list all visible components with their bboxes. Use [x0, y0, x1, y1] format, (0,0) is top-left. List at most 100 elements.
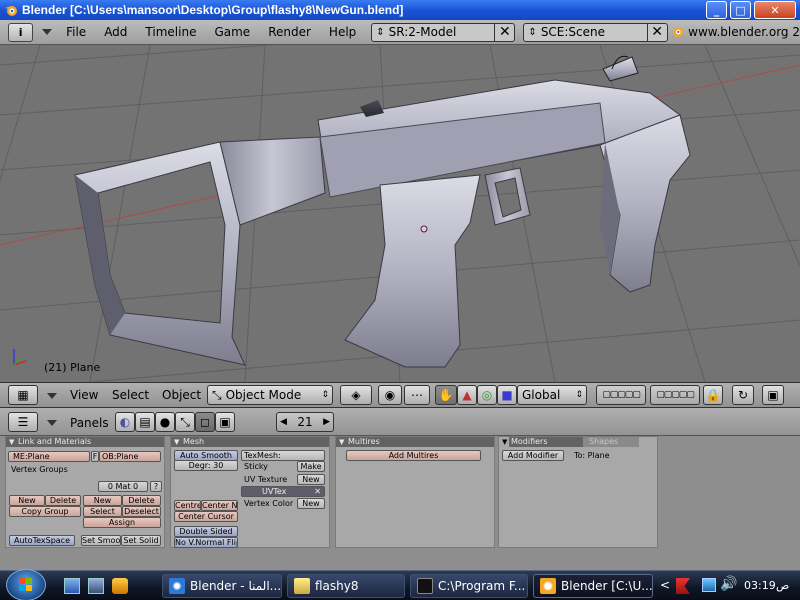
- menu-render[interactable]: Render: [268, 25, 311, 39]
- texmesh-field[interactable]: TexMesh:: [241, 450, 325, 461]
- panels-menu[interactable]: Panels: [70, 416, 109, 430]
- shapes-tab[interactable]: Shapes: [583, 437, 639, 447]
- material-index-counter[interactable]: 0 Mat 0: [98, 481, 148, 492]
- rotate-toggle[interactable]: ◎: [477, 385, 497, 405]
- antivirus-tray-icon[interactable]: [676, 578, 690, 594]
- degree-field[interactable]: Degr: 30: [174, 460, 238, 471]
- maximize-button[interactable]: □: [730, 1, 751, 19]
- delete-scene-icon[interactable]: ✕: [646, 23, 667, 41]
- task-flashy8[interactable]: flashy8: [287, 574, 405, 598]
- collapse-header-icon[interactable]: [46, 392, 58, 400]
- screen-browse-icon[interactable]: ⇕: [376, 27, 384, 38]
- menu-file[interactable]: File: [66, 25, 86, 39]
- volume-tray-icon[interactable]: 🔊: [720, 576, 737, 592]
- center-cursor-button[interactable]: Center Cursor: [174, 511, 238, 522]
- material-delete-button[interactable]: Delete: [122, 495, 161, 506]
- object-origin-point[interactable]: [420, 225, 428, 233]
- material-new-button[interactable]: New: [83, 495, 122, 506]
- close-button[interactable]: ✕: [754, 1, 796, 19]
- scene-context-tab[interactable]: ▣: [215, 412, 235, 432]
- delete-screen-icon[interactable]: ✕: [494, 23, 514, 41]
- task-command-prompt[interactable]: C:\Program F...: [410, 574, 528, 598]
- object-context-tab[interactable]: ⤡: [175, 412, 195, 432]
- autotexspace-button[interactable]: AutoTexSpace: [9, 535, 75, 546]
- center-new-button[interactable]: Center Ne: [201, 500, 238, 511]
- material-deselect-button[interactable]: Deselect: [122, 506, 161, 517]
- menu-timeline[interactable]: Timeline: [145, 25, 196, 39]
- render-image-button[interactable]: ▣: [762, 385, 784, 405]
- collapse-menu-icon[interactable]: [41, 28, 53, 36]
- vgroup-new-button[interactable]: New: [9, 495, 45, 506]
- editor-type-info-button[interactable]: i: [8, 22, 34, 42]
- frame-number-field[interactable]: ◀ 21 ▶: [276, 412, 334, 432]
- manipulator-toggle[interactable]: ⋯: [404, 385, 430, 405]
- uvtex-delete-icon[interactable]: ✕: [314, 487, 321, 496]
- material-help-button[interactable]: ?: [150, 481, 162, 492]
- menu-select[interactable]: Select: [112, 388, 149, 402]
- frame-increment-icon[interactable]: ▶: [323, 417, 330, 427]
- translate-toggle[interactable]: ▲: [457, 385, 477, 405]
- clock-time[interactable]: 03:19: [744, 579, 776, 592]
- material-select-button[interactable]: Select: [83, 506, 122, 517]
- shading-context-tab[interactable]: ●: [155, 412, 175, 432]
- set-smooth-button[interactable]: Set Smoo: [81, 535, 121, 546]
- editing-context-tab[interactable]: ◻: [195, 412, 215, 432]
- mesh-panel-header[interactable]: ▼ Mesh: [171, 437, 329, 447]
- object-name-field[interactable]: OB:Plane: [99, 451, 161, 462]
- menu-add[interactable]: Add: [104, 25, 127, 39]
- task-blender-main[interactable]: Blender [C:\U...: [533, 574, 653, 598]
- scene-selector[interactable]: ⇕ SCE:Scene ✕: [523, 22, 668, 42]
- layer-buttons-left[interactable]: ▢▢▢▢▢: [596, 385, 646, 405]
- orientation-selector[interactable]: Global ⇕: [517, 385, 587, 405]
- menu-help[interactable]: Help: [329, 25, 356, 39]
- menu-object[interactable]: Object: [162, 388, 201, 402]
- start-button[interactable]: [6, 569, 46, 600]
- modifiers-tab[interactable]: Modifiers: [509, 437, 583, 447]
- scene-browse-icon[interactable]: ⇕: [528, 27, 536, 38]
- show-desktop-icon[interactable]: [64, 578, 80, 594]
- website-link[interactable]: www.blender.org 2: [688, 25, 800, 39]
- vgroup-delete-button[interactable]: Delete: [45, 495, 81, 506]
- frame-decrement-icon[interactable]: ◀: [280, 417, 287, 427]
- mode-selector[interactable]: ⤡ Object Mode ⇕: [207, 385, 333, 405]
- hand-toggle[interactable]: ✋: [435, 385, 457, 405]
- centre-button[interactable]: Centre: [174, 500, 201, 511]
- link-and-materials-header[interactable]: ▼ Link and Materials: [6, 437, 164, 447]
- render-preview-button[interactable]: ↻: [732, 385, 754, 405]
- switch-windows-icon[interactable]: [88, 578, 104, 594]
- media-player-icon[interactable]: [112, 578, 128, 594]
- menu-view[interactable]: View: [70, 388, 98, 402]
- lock-layers-button[interactable]: 🔒: [703, 385, 723, 405]
- sticky-make-button[interactable]: Make: [297, 461, 325, 472]
- task-blender-arabic[interactable]: Blender - المنا...: [162, 574, 282, 598]
- set-solid-button[interactable]: Set Solid: [121, 535, 161, 546]
- add-modifier-button[interactable]: Add Modifier: [502, 450, 564, 461]
- menu-game[interactable]: Game: [214, 25, 250, 39]
- layer-buttons-right[interactable]: ▢▢▢▢▢: [650, 385, 700, 405]
- collapse-buttons-header-icon[interactable]: [46, 419, 58, 427]
- uv-texture-new-button[interactable]: New: [297, 474, 325, 485]
- minimize-button[interactable]: _: [706, 1, 727, 19]
- multires-panel-header[interactable]: ▼ Multires: [336, 437, 494, 447]
- mesh-name-field[interactable]: ME:Plane: [8, 451, 90, 462]
- editor-type-buttons-button[interactable]: ☰: [8, 412, 38, 432]
- copy-group-button[interactable]: Copy Group: [9, 506, 81, 517]
- double-sided-toggle[interactable]: Double Sided: [174, 526, 238, 537]
- draw-type-selector[interactable]: ◈: [340, 385, 372, 405]
- no-vnormal-flip-toggle[interactable]: No V.Normal Flip: [174, 537, 238, 548]
- tray-expand-icon[interactable]: <: [660, 578, 670, 592]
- uvtex-layer[interactable]: UVTex ✕: [241, 486, 325, 497]
- viewport-canvas[interactable]: [0, 45, 800, 382]
- add-multires-button[interactable]: Add Multires: [346, 450, 481, 461]
- fake-user-button[interactable]: F: [91, 451, 99, 462]
- vertex-color-new-button[interactable]: New: [297, 498, 325, 509]
- window-titlebar[interactable]: Blender [C:\Users\mansoor\Desktop\Group\…: [0, 0, 800, 20]
- pivot-selector[interactable]: ◉: [378, 385, 402, 405]
- material-assign-button[interactable]: Assign: [83, 517, 161, 528]
- logic-context-tab[interactable]: ◐: [115, 412, 135, 432]
- editor-type-3d-button[interactable]: ▦: [8, 385, 38, 405]
- network-tray-icon[interactable]: [702, 578, 716, 592]
- 3d-viewport[interactable]: (21) Plane: [0, 45, 800, 382]
- scale-toggle[interactable]: ■: [497, 385, 517, 405]
- script-context-tab[interactable]: ▤: [135, 412, 155, 432]
